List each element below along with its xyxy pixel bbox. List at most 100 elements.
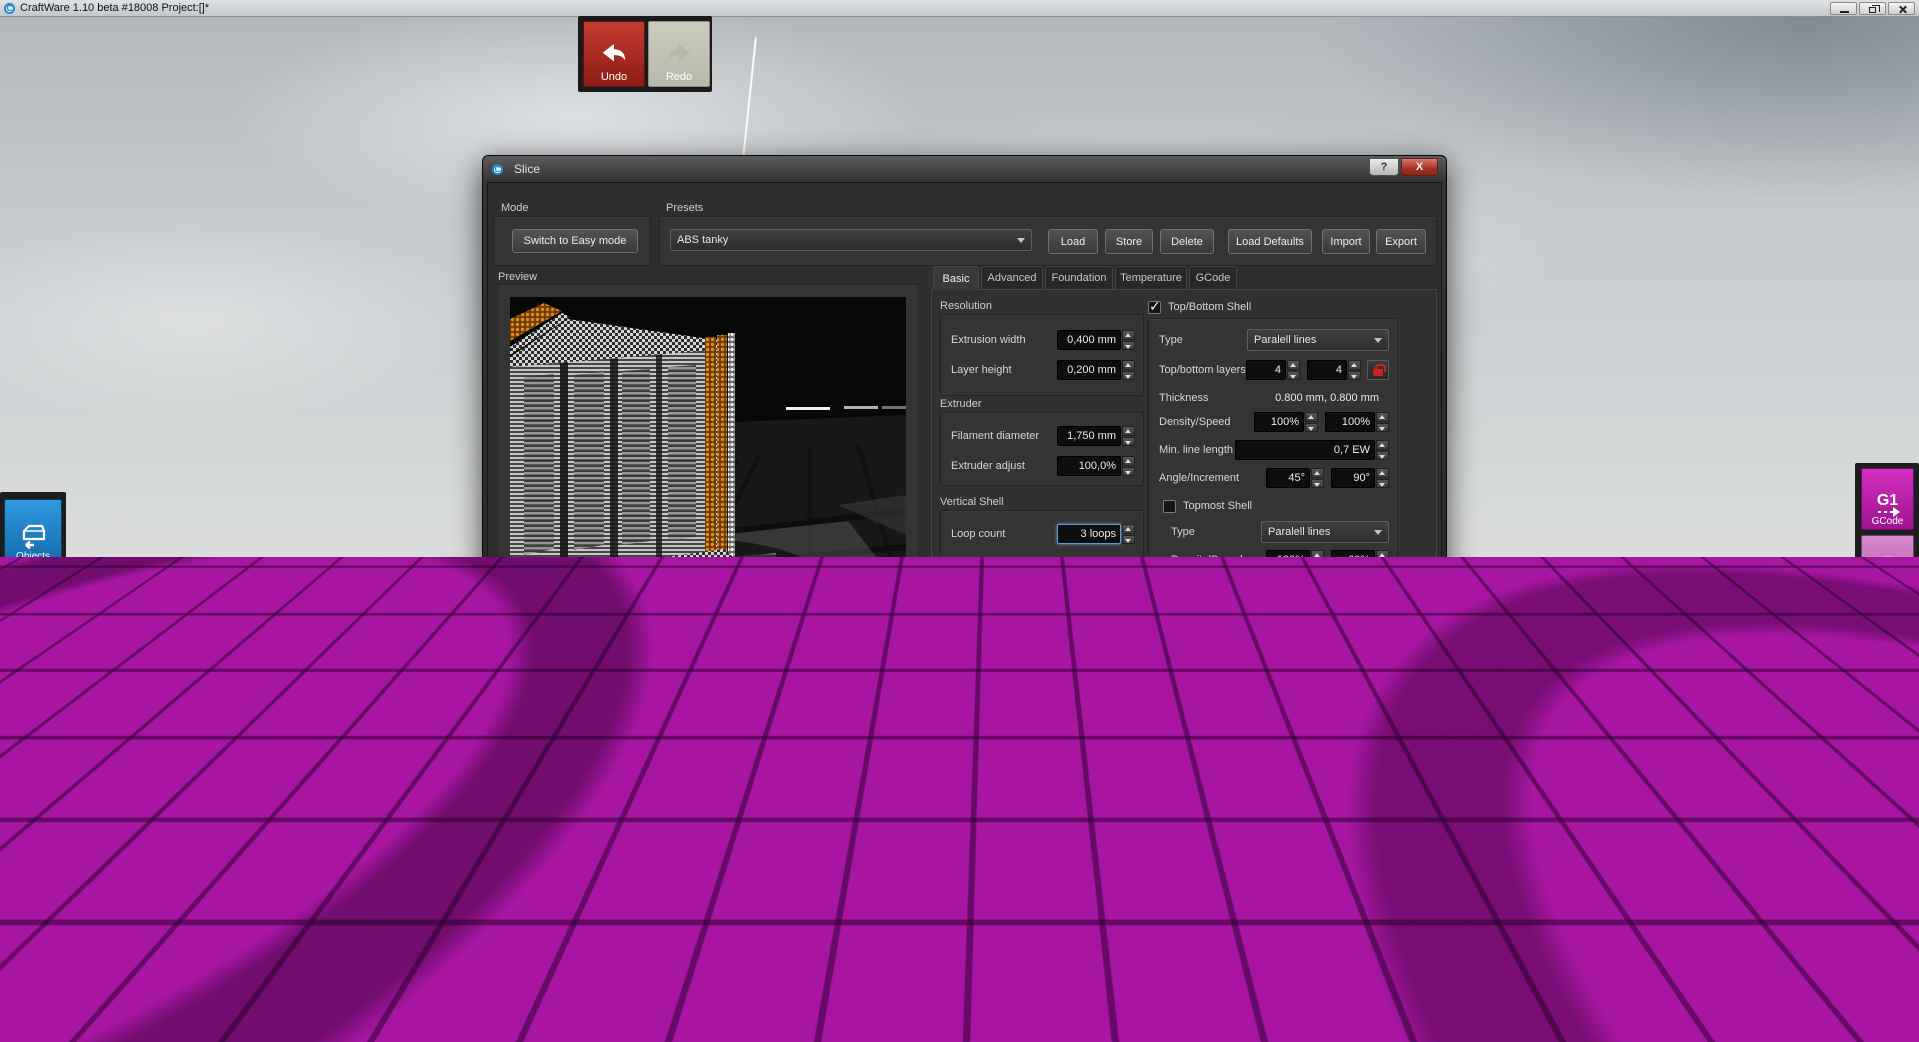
tb-increment-spinner[interactable] (1376, 468, 1389, 488)
base-thickness-spinner[interactable] (1062, 954, 1075, 974)
infill-checkbox[interactable] (1148, 597, 1161, 610)
loop-count-spinner[interactable] (1122, 524, 1135, 544)
tb-layers-top-spinner[interactable] (1287, 360, 1300, 380)
preset-store-button[interactable]: Store (1105, 229, 1153, 254)
infill-increment-spinner[interactable] (1376, 710, 1389, 730)
topmost-speed-spinner[interactable] (1376, 550, 1389, 570)
infill-angle-spinner[interactable] (1311, 710, 1324, 730)
tab-temperature[interactable]: Temperature (1115, 266, 1187, 289)
dropdown-arrow-icon (1374, 338, 1382, 343)
tab-foundation[interactable]: Foundation (1045, 266, 1113, 289)
topmost-shell-checkbox[interactable] (1163, 500, 1176, 513)
extruder-adjust-field[interactable]: 100,0% (1057, 456, 1121, 476)
slice-mode-button[interactable]: Slice... (1861, 535, 1914, 597)
layer-height-spinner[interactable] (1122, 360, 1135, 380)
tb-speed-field[interactable]: 100% (1325, 412, 1375, 432)
filament-diameter-field[interactable]: 1,750 mm (1057, 426, 1121, 446)
filament-diameter-spinner[interactable] (1122, 426, 1135, 446)
infill-increment-field[interactable]: 0° (1331, 710, 1375, 730)
tb-speed-spinner[interactable] (1376, 412, 1389, 432)
path-smoothing-field[interactable]: 0,08 (1057, 718, 1121, 738)
layer-height-field[interactable]: 0,200 mm (1057, 360, 1121, 380)
tb-layers-bottom-spinner[interactable] (1348, 360, 1361, 380)
scale-by-field[interactable]: 1 (1176, 954, 1242, 974)
dialog-help-button[interactable]: ? (1369, 158, 1399, 176)
mode-label: Mode (501, 202, 529, 214)
tb-min-line-field[interactable]: 0,7 EW (1235, 440, 1375, 460)
infill-speed-field[interactable]: 150% (1325, 654, 1375, 674)
perimeter-speed-field[interactable]: 50% (1057, 634, 1121, 654)
objects-label: Objects (16, 551, 50, 562)
perimeter-width-field[interactable]: 100% (1057, 606, 1121, 626)
clear-all-supports-button[interactable]: Clear all the suppotrs (1131, 1010, 1255, 1031)
inner-loop-width-spinner[interactable] (1122, 662, 1135, 682)
tb-layers-lock-button[interactable] (1367, 360, 1389, 380)
window-titlebar[interactable]: C CraftWare 1.10 beta #18008 Project:[]* (0, 0, 1919, 17)
infill-speed-spinner[interactable] (1376, 654, 1389, 674)
perimeter-speed-spinner[interactable] (1122, 634, 1135, 654)
base-thickness-field[interactable]: 1,0mm (1010, 954, 1060, 974)
infill-group: Type Triangle grid Density/Speed 25% 150… (1148, 612, 1398, 740)
tb-layers-top-field[interactable]: 4 (1246, 360, 1286, 380)
auto-generate-support-button[interactable]: Auto-Generate Support (1131, 980, 1255, 1004)
objects-button[interactable]: Objects (4, 499, 62, 565)
infill-thickness-field[interactable]: 1 lines (1235, 682, 1375, 702)
slice-preview-render[interactable] (510, 297, 906, 595)
dialog-close-button[interactable]: X (1401, 158, 1438, 176)
options-button[interactable]: Options (1861, 723, 1914, 785)
switch-easy-mode-button[interactable]: Switch to Easy mode (512, 229, 638, 253)
minimize-button[interactable] (1830, 2, 1857, 15)
topmost-density-field[interactable]: 100% (1266, 550, 1310, 570)
tab-advanced[interactable]: Advanced (981, 266, 1043, 289)
shell-offset-field[interactable]: 0,000 mm (1057, 578, 1121, 598)
loop-infill-overlap-field[interactable]: 0,1 EW (1057, 690, 1121, 710)
topmost-speed-field[interactable]: 60% (1331, 550, 1375, 570)
loop-count-field[interactable]: 3 loops (1057, 524, 1121, 544)
tb-min-line-spinner[interactable] (1376, 440, 1389, 460)
steepness-spinner[interactable] (1062, 982, 1075, 1002)
steepness-field[interactable]: 50° (1010, 982, 1060, 1002)
top-bottom-shell-checkbox[interactable] (1148, 301, 1161, 314)
infill-density-spinner[interactable] (1305, 654, 1318, 674)
preset-load-defaults-button[interactable]: Load Defaults (1228, 229, 1312, 254)
preset-dropdown[interactable]: ABS tanky (670, 229, 1032, 251)
infill-angle-field[interactable]: 0° (1266, 710, 1310, 730)
tb-increment-field[interactable]: 90° (1331, 468, 1375, 488)
tb-density-spinner[interactable] (1305, 412, 1318, 432)
perimeter-width-spinner[interactable] (1122, 606, 1135, 626)
preset-load-button[interactable]: Load (1048, 229, 1098, 254)
path-smoothing-spinner[interactable] (1122, 718, 1135, 738)
topmost-type-dropdown[interactable]: Paralell lines (1261, 521, 1389, 543)
extrusion-width-spinner[interactable] (1122, 330, 1135, 350)
fix-winding-checkbox[interactable] (951, 749, 964, 762)
extrusion-width-field[interactable]: 0,400 mm (1057, 330, 1121, 350)
restore-button[interactable] (1859, 2, 1886, 15)
tb-angle-spinner[interactable] (1311, 468, 1324, 488)
redo-button[interactable]: Redo (648, 21, 710, 87)
scale-by-spinner[interactable] (1243, 954, 1256, 974)
infill-thickness-spinner[interactable] (1376, 682, 1389, 702)
preset-import-button[interactable]: Import (1322, 229, 1370, 254)
tb-density-field[interactable]: 100% (1254, 412, 1304, 432)
slice-dialog-titlebar[interactable]: C Slice (483, 156, 1446, 182)
infill-type-dropdown[interactable]: Triangle grid (1239, 623, 1389, 645)
tab-basic[interactable]: Basic (933, 266, 979, 290)
redo-arrow-icon (664, 41, 694, 67)
close-button[interactable] (1888, 2, 1915, 15)
inner-loop-width-field[interactable]: 100% (1057, 662, 1121, 682)
extruder-adjust-spinner[interactable] (1122, 456, 1135, 476)
preset-delete-button[interactable]: Delete (1160, 229, 1214, 254)
infill-density-field[interactable]: 25% (1254, 654, 1304, 674)
topmost-density-spinner[interactable] (1311, 550, 1324, 570)
tb-angle-field[interactable]: 45° (1266, 468, 1310, 488)
tb-layers-bottom-field[interactable]: 4 (1307, 360, 1347, 380)
shell-offset-spinner[interactable] (1122, 578, 1135, 598)
undo-button[interactable]: Undo (583, 21, 645, 87)
slice-start-button[interactable]: Slice! (1352, 813, 1424, 840)
tab-gcode[interactable]: GCode (1189, 266, 1237, 289)
loop-infill-overlap-spinner[interactable] (1122, 690, 1135, 710)
vs-thickness-value: 1.200 mm (1072, 556, 1135, 568)
tb-type-dropdown[interactable]: Paralell lines (1247, 329, 1389, 351)
preset-export-button[interactable]: Export (1376, 229, 1426, 254)
gcode-button[interactable]: G1 GCode (1861, 468, 1914, 530)
